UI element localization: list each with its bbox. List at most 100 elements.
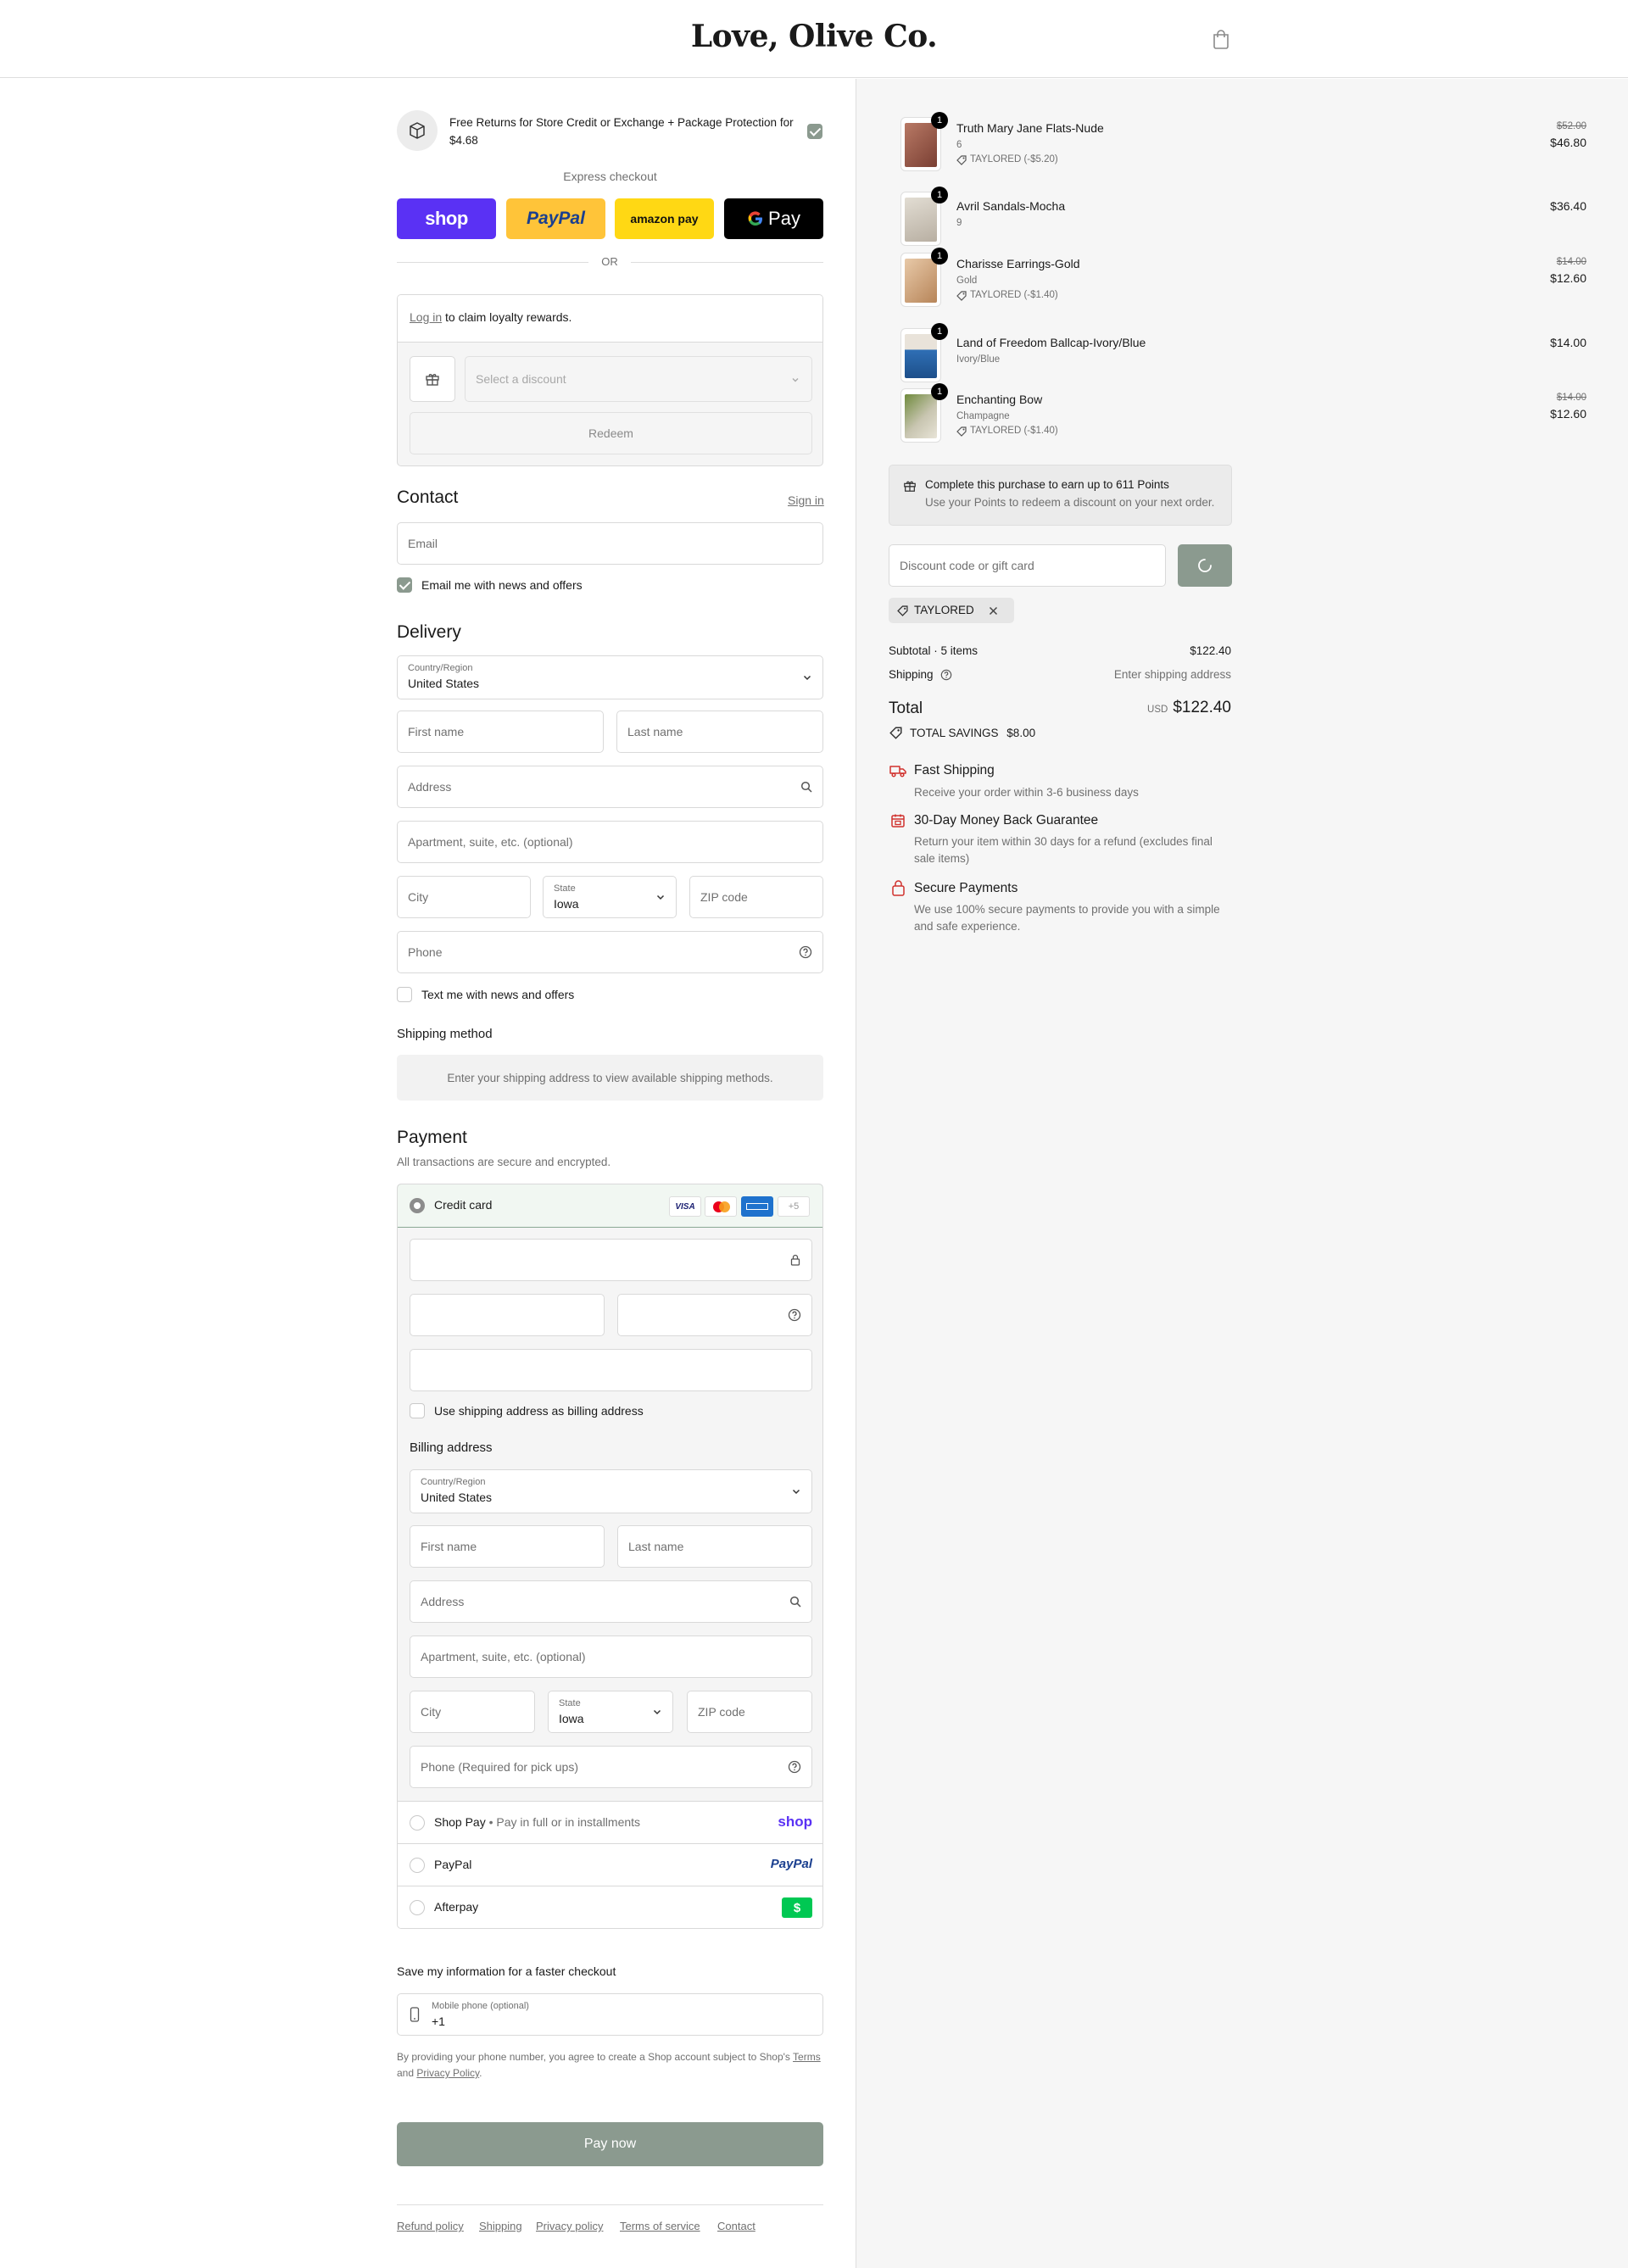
loading-spinner-icon xyxy=(1198,559,1212,572)
phone-field[interactable]: Phone xyxy=(397,931,823,973)
discount-code-field[interactable]: Discount code or gift card xyxy=(889,544,1166,587)
privacy-policy-link[interactable]: Privacy Policy xyxy=(416,2067,479,2079)
email-news-checkbox[interactable] xyxy=(397,577,412,593)
last-name-field[interactable]: Last name xyxy=(616,710,823,753)
protection-text: Free Returns for Store Credit or Exchang… xyxy=(449,116,794,147)
gift-icon xyxy=(904,481,916,492)
help-icon[interactable] xyxy=(788,1308,801,1322)
billing-address-field[interactable]: Address xyxy=(410,1580,812,1623)
shipping-policy-link[interactable]: Shipping xyxy=(479,2220,522,2232)
redeem-button[interactable]: Redeem xyxy=(410,412,812,454)
expiry-field[interactable] xyxy=(410,1294,605,1336)
google-pay-button[interactable]: Pay xyxy=(724,198,823,239)
billing-same-checkbox[interactable] xyxy=(410,1403,425,1418)
first-name-placeholder: First name xyxy=(408,725,465,738)
billing-country-select[interactable]: Country/Region United States xyxy=(410,1469,812,1513)
visa-icon: VISA xyxy=(669,1196,701,1217)
product-name: Truth Mary Jane Flats-Nude xyxy=(956,121,1104,135)
apply-discount-button[interactable] xyxy=(1178,544,1232,587)
google-g-icon xyxy=(748,211,763,226)
text-news-checkbox[interactable] xyxy=(397,987,412,1002)
help-icon[interactable] xyxy=(788,1760,801,1774)
credit-card-option[interactable]: Credit card VISA +5 xyxy=(398,1184,822,1228)
privacy-policy-footer-link[interactable]: Privacy policy xyxy=(536,2220,603,2232)
product-name: Land of Freedom Ballcap-Ivory/Blue xyxy=(956,336,1146,349)
terms-link[interactable]: Terms xyxy=(793,2051,821,2063)
paypal-button[interactable]: PayPal xyxy=(506,198,605,239)
help-icon[interactable] xyxy=(799,945,812,959)
billing-apartment-field[interactable]: Apartment, suite, etc. (optional) xyxy=(410,1636,812,1678)
email-field[interactable]: Email xyxy=(397,522,823,565)
pay-now-button[interactable]: Pay now xyxy=(397,2122,823,2166)
afterpay-option[interactable]: Afterpay $ xyxy=(398,1886,822,1928)
address-field[interactable]: Address xyxy=(397,766,823,808)
refund-policy-link[interactable]: Refund policy xyxy=(397,2220,464,2232)
state-label: State xyxy=(554,883,576,894)
benefit-title: Fast Shipping xyxy=(914,763,995,777)
amazon-pay-button[interactable]: amazon pay xyxy=(615,198,714,239)
amex-icon xyxy=(741,1196,773,1217)
package-icon-circle xyxy=(397,110,438,151)
product-name: Avril Sandals-Mocha xyxy=(956,199,1066,213)
country-select[interactable]: Country/Region United States xyxy=(397,655,823,699)
protection-checkbox[interactable] xyxy=(807,124,822,139)
billing-city-field[interactable]: City xyxy=(410,1691,535,1733)
shop-pay-label: Shop Pay xyxy=(434,1815,486,1829)
cvv-field[interactable] xyxy=(617,1294,812,1336)
line-item: 1 Truth Mary Jane Flats-Nude 6 TAYLORED … xyxy=(856,112,1628,176)
billing-state-select[interactable]: State Iowa xyxy=(548,1691,673,1733)
quantity-badge: 1 xyxy=(931,323,948,340)
total-currency: USD xyxy=(1147,705,1168,715)
help-icon[interactable] xyxy=(940,669,952,681)
product-price: $12.60 xyxy=(1550,271,1586,285)
country-value: United States xyxy=(408,677,480,690)
first-name-field[interactable]: First name xyxy=(397,710,604,753)
paypal-option[interactable]: PayPal PayPal xyxy=(398,1843,822,1886)
state-select[interactable]: State Iowa xyxy=(543,876,677,918)
shop-pay-radio[interactable] xyxy=(410,1815,425,1831)
product-price: $14.00 xyxy=(1550,336,1586,349)
close-icon[interactable] xyxy=(989,606,998,616)
tag-icon xyxy=(897,605,908,616)
total-value: $122.40 xyxy=(1173,699,1231,716)
signin-link[interactable]: Sign in xyxy=(788,493,824,507)
card-number-field[interactable] xyxy=(410,1239,812,1281)
product-variant: 9 xyxy=(956,218,962,228)
city-field[interactable]: City xyxy=(397,876,531,918)
cart-icon[interactable] xyxy=(1212,29,1230,49)
apartment-field[interactable]: Apartment, suite, etc. (optional) xyxy=(397,821,823,863)
billing-state-label: State xyxy=(559,1698,581,1708)
store-logo[interactable]: Love, Olive Co. xyxy=(0,19,1628,54)
benefit-title: Secure Payments xyxy=(914,881,1018,895)
billing-last-name-placeholder: Last name xyxy=(628,1540,684,1553)
billing-phone-field[interactable]: Phone (Required for pick ups) xyxy=(410,1746,812,1788)
shop-pay-button[interactable]: shop xyxy=(397,198,496,239)
login-link[interactable]: Log in xyxy=(410,310,442,324)
original-price: $52.00 xyxy=(1556,121,1586,131)
country-label: Country/Region xyxy=(408,663,473,673)
google-pay-label: Pay xyxy=(768,208,800,229)
credit-card-radio[interactable] xyxy=(410,1198,425,1213)
terms-of-service-link[interactable]: Terms of service xyxy=(620,2220,700,2232)
billing-first-name-placeholder: First name xyxy=(421,1540,477,1553)
total-savings: TOTAL SAVINGS $8.00 xyxy=(910,727,1035,739)
tag-icon xyxy=(889,727,902,739)
shipping-label: Shipping xyxy=(889,668,934,681)
paypal-radio[interactable] xyxy=(410,1858,425,1873)
zip-field[interactable]: ZIP code xyxy=(689,876,823,918)
legal-and: and xyxy=(397,2067,415,2079)
discount-select[interactable]: Select a discount xyxy=(465,356,812,402)
mobile-phone-field[interactable]: Mobile phone (optional) +1 xyxy=(397,1993,823,2036)
product-name: Enchanting Bow xyxy=(956,393,1043,406)
afterpay-radio[interactable] xyxy=(410,1900,425,1915)
discount-code-placeholder: Discount code or gift card xyxy=(900,559,1034,572)
billing-first-name-field[interactable]: First name xyxy=(410,1525,605,1568)
payment-methods-box: Credit card VISA +5 Use shipping address… xyxy=(397,1184,823,1929)
name-on-card-field[interactable] xyxy=(410,1349,812,1391)
legal-dot: . xyxy=(479,2067,482,2079)
contact-link[interactable]: Contact xyxy=(717,2220,755,2232)
shop-pay-option[interactable]: Shop Pay • Pay in full or in installment… xyxy=(398,1801,822,1843)
billing-zip-field[interactable]: ZIP code xyxy=(687,1691,812,1733)
line-item: 1 Avril Sandals-Mocha 9 $36.40 xyxy=(856,187,1628,251)
billing-last-name-field[interactable]: Last name xyxy=(617,1525,812,1568)
